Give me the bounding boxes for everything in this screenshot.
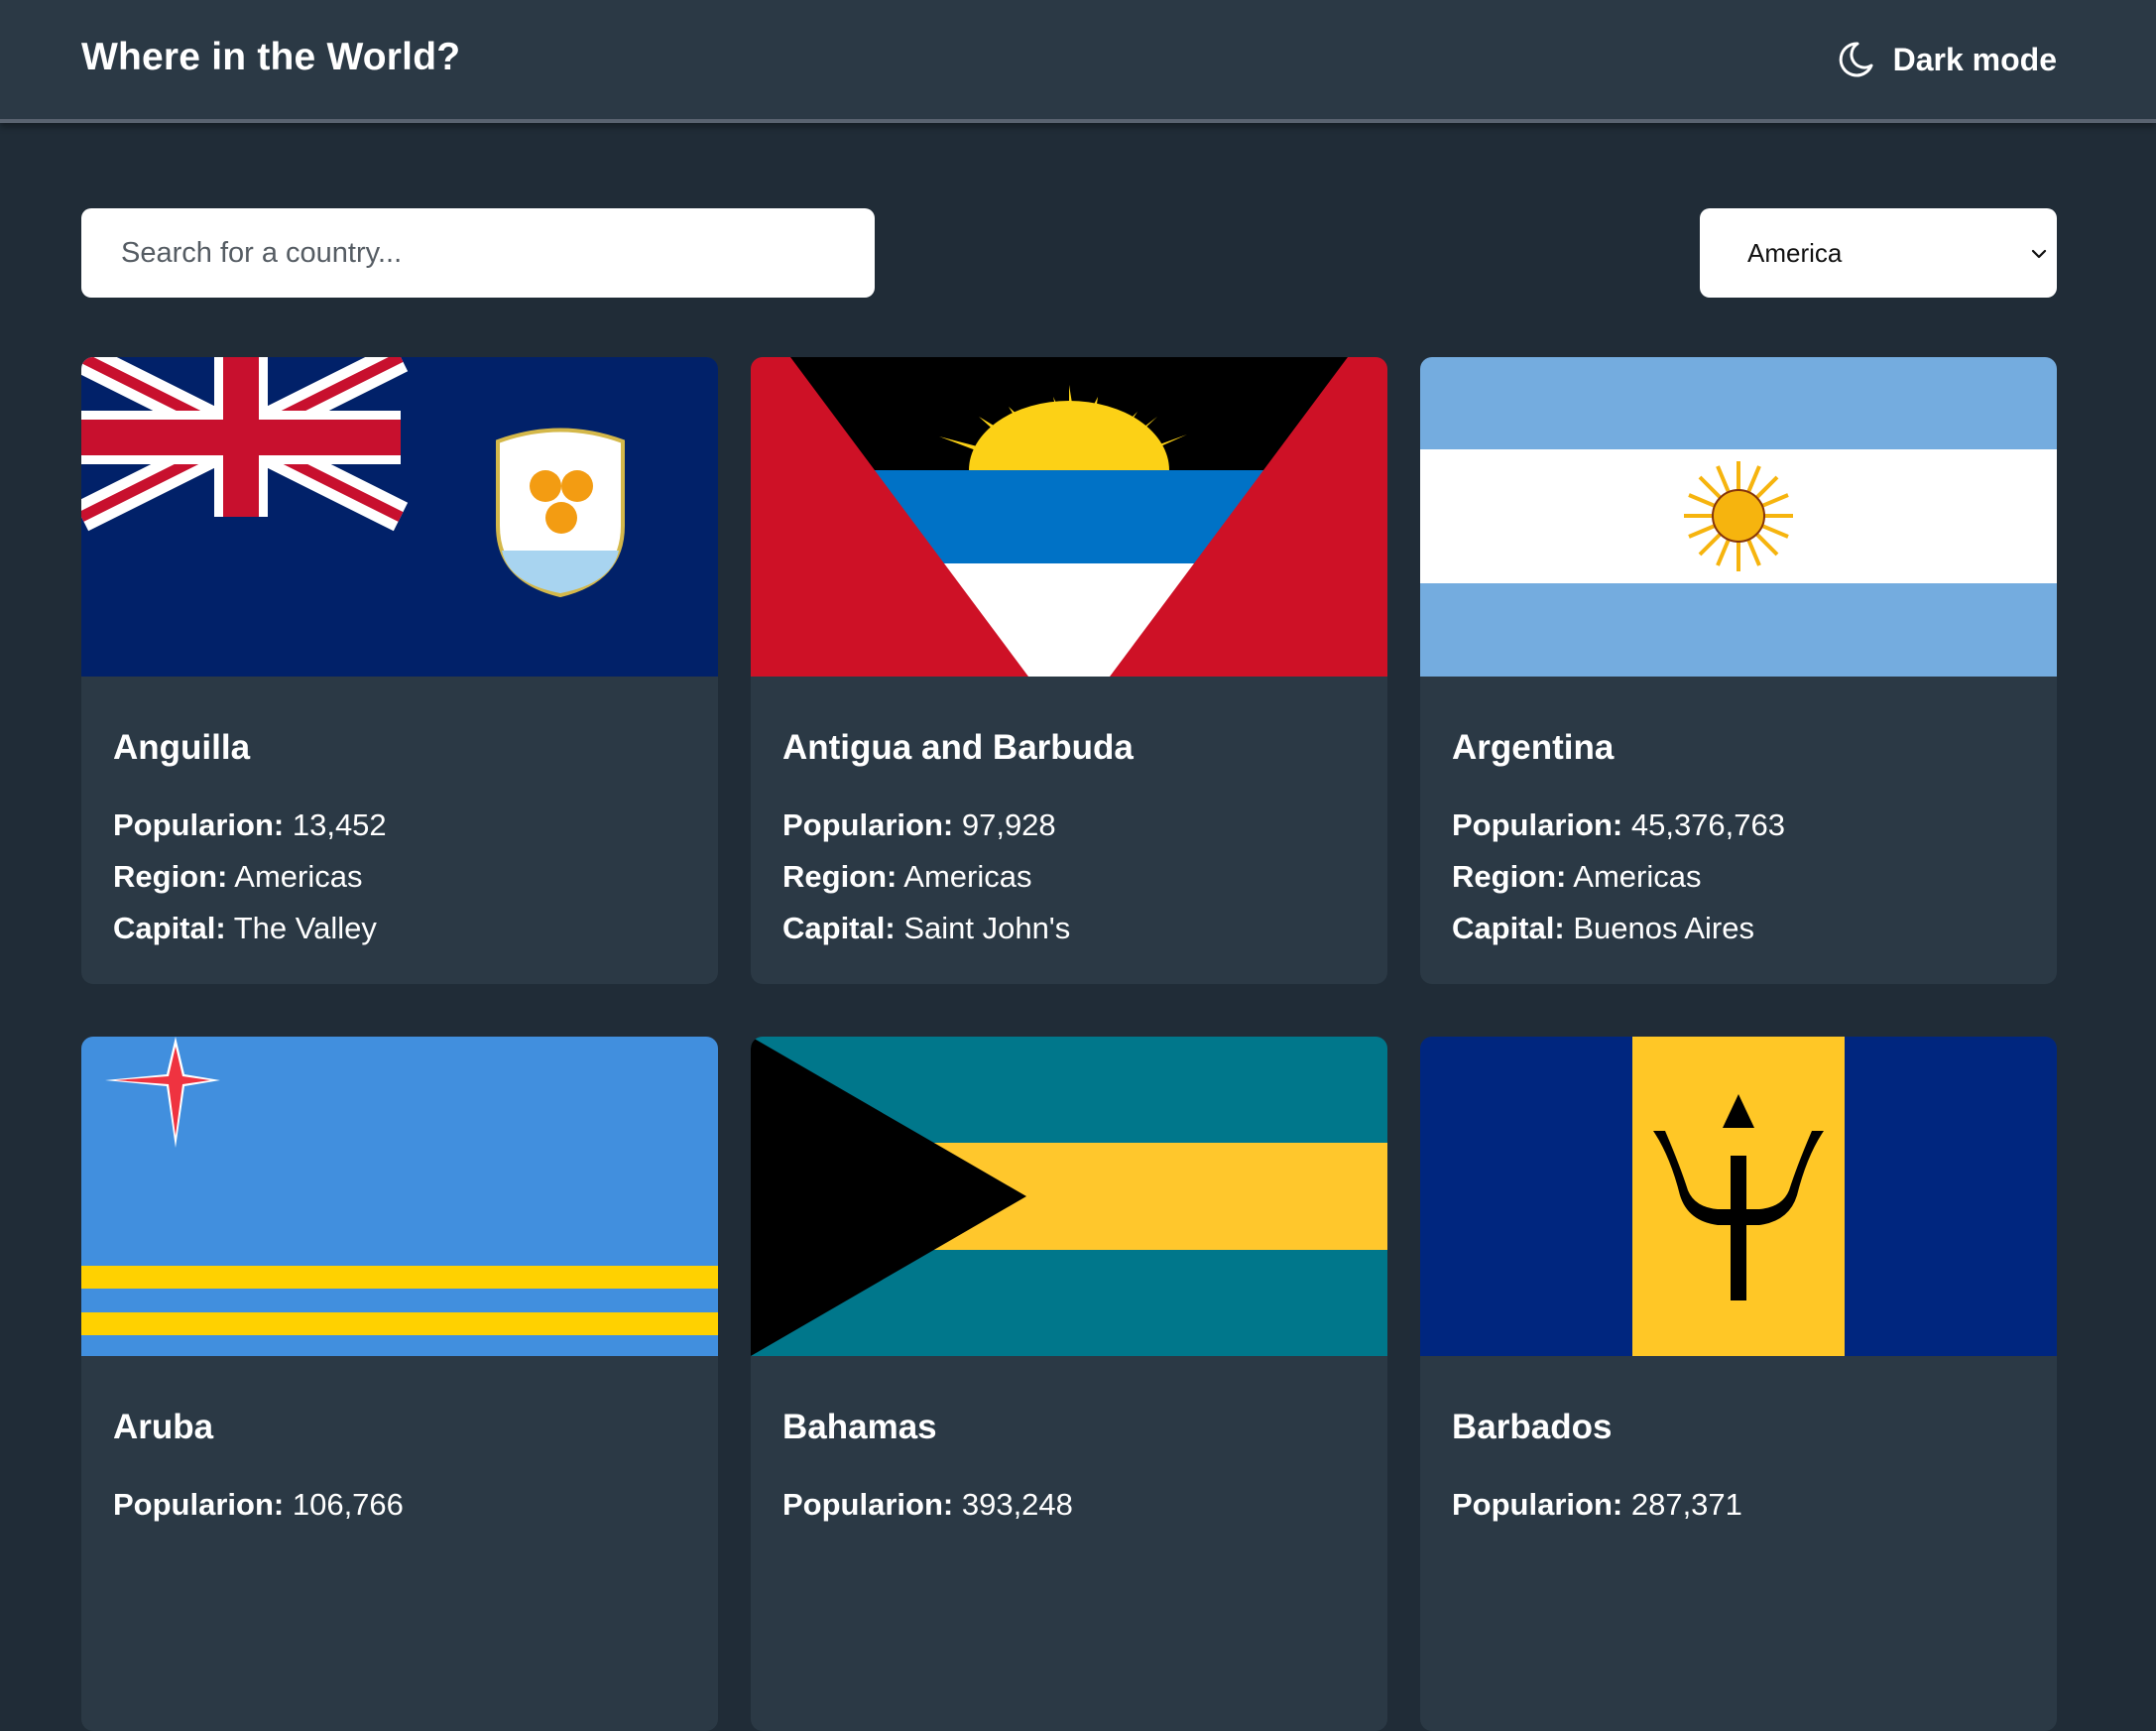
- region-stat: Region: Americas: [782, 859, 1032, 894]
- country-name: Bahamas: [782, 1408, 937, 1446]
- country-card-anguilla[interactable]: Anguilla Popularion: 13,452 Region: Amer…: [81, 357, 718, 984]
- region-stat: Region: Americas: [1452, 859, 1702, 894]
- search-box: [81, 208, 875, 298]
- country-card-bahamas[interactable]: Bahamas Popularion: 393,248: [751, 1037, 1387, 1731]
- population-stat: Popularion: 13,452: [113, 807, 387, 842]
- app-title: Where in the World?: [81, 36, 461, 78]
- flag-bahamas-image: [751, 1037, 1387, 1356]
- flag-aruba-image: [81, 1037, 718, 1356]
- capital-stat: Capital: The Valley: [113, 911, 377, 945]
- flag-argentina-image: [1420, 357, 2057, 677]
- country-name: Barbados: [1452, 1408, 1613, 1446]
- country-card-argentina[interactable]: Argentina Popularion: 45,376,763 Region:…: [1420, 357, 2057, 984]
- flag-antigua-and-barbuda-image: [751, 357, 1387, 677]
- population-stat: Popularion: 97,928: [782, 807, 1056, 842]
- flag-anguilla-image: [81, 357, 718, 677]
- dark-mode-label: Dark mode: [1892, 41, 2057, 77]
- population-stat: Popularion: 287,371: [1452, 1487, 1742, 1522]
- chevron-down-icon: [2031, 249, 2047, 259]
- capital-stat: Capital: Buenos Aires: [1452, 911, 1754, 945]
- app-header: Where in the World? Dark mode: [0, 0, 2156, 123]
- moon-icon: [1839, 42, 1873, 77]
- country-card-aruba[interactable]: Aruba Popularion: 106,766: [81, 1037, 718, 1731]
- country-card-antigua-and-barbuda[interactable]: Antigua and Barbuda Popularion: 97,928 R…: [751, 357, 1387, 984]
- country-card-barbados[interactable]: Barbados Popularion: 287,371: [1420, 1037, 2057, 1731]
- population-stat: Popularion: 45,376,763: [1452, 807, 1785, 842]
- region-filter-dropdown[interactable]: America: [1700, 208, 2057, 298]
- capital-stat: Capital: Saint John's: [782, 911, 1071, 945]
- dark-mode-toggle[interactable]: Dark mode: [1836, 36, 2057, 83]
- population-stat: Popularion: 106,766: [113, 1487, 404, 1522]
- flag-barbados-image: [1420, 1037, 2057, 1356]
- country-name: Argentina: [1452, 728, 1615, 767]
- country-name: Anguilla: [113, 728, 251, 767]
- population-stat: Popularion: 393,248: [782, 1487, 1073, 1522]
- region-stat: Region: Americas: [113, 859, 363, 894]
- country-name: Aruba: [113, 1408, 214, 1446]
- region-filter-value: America: [1747, 238, 1843, 268]
- country-name: Antigua and Barbuda: [782, 728, 1134, 767]
- search-input[interactable]: [81, 208, 875, 298]
